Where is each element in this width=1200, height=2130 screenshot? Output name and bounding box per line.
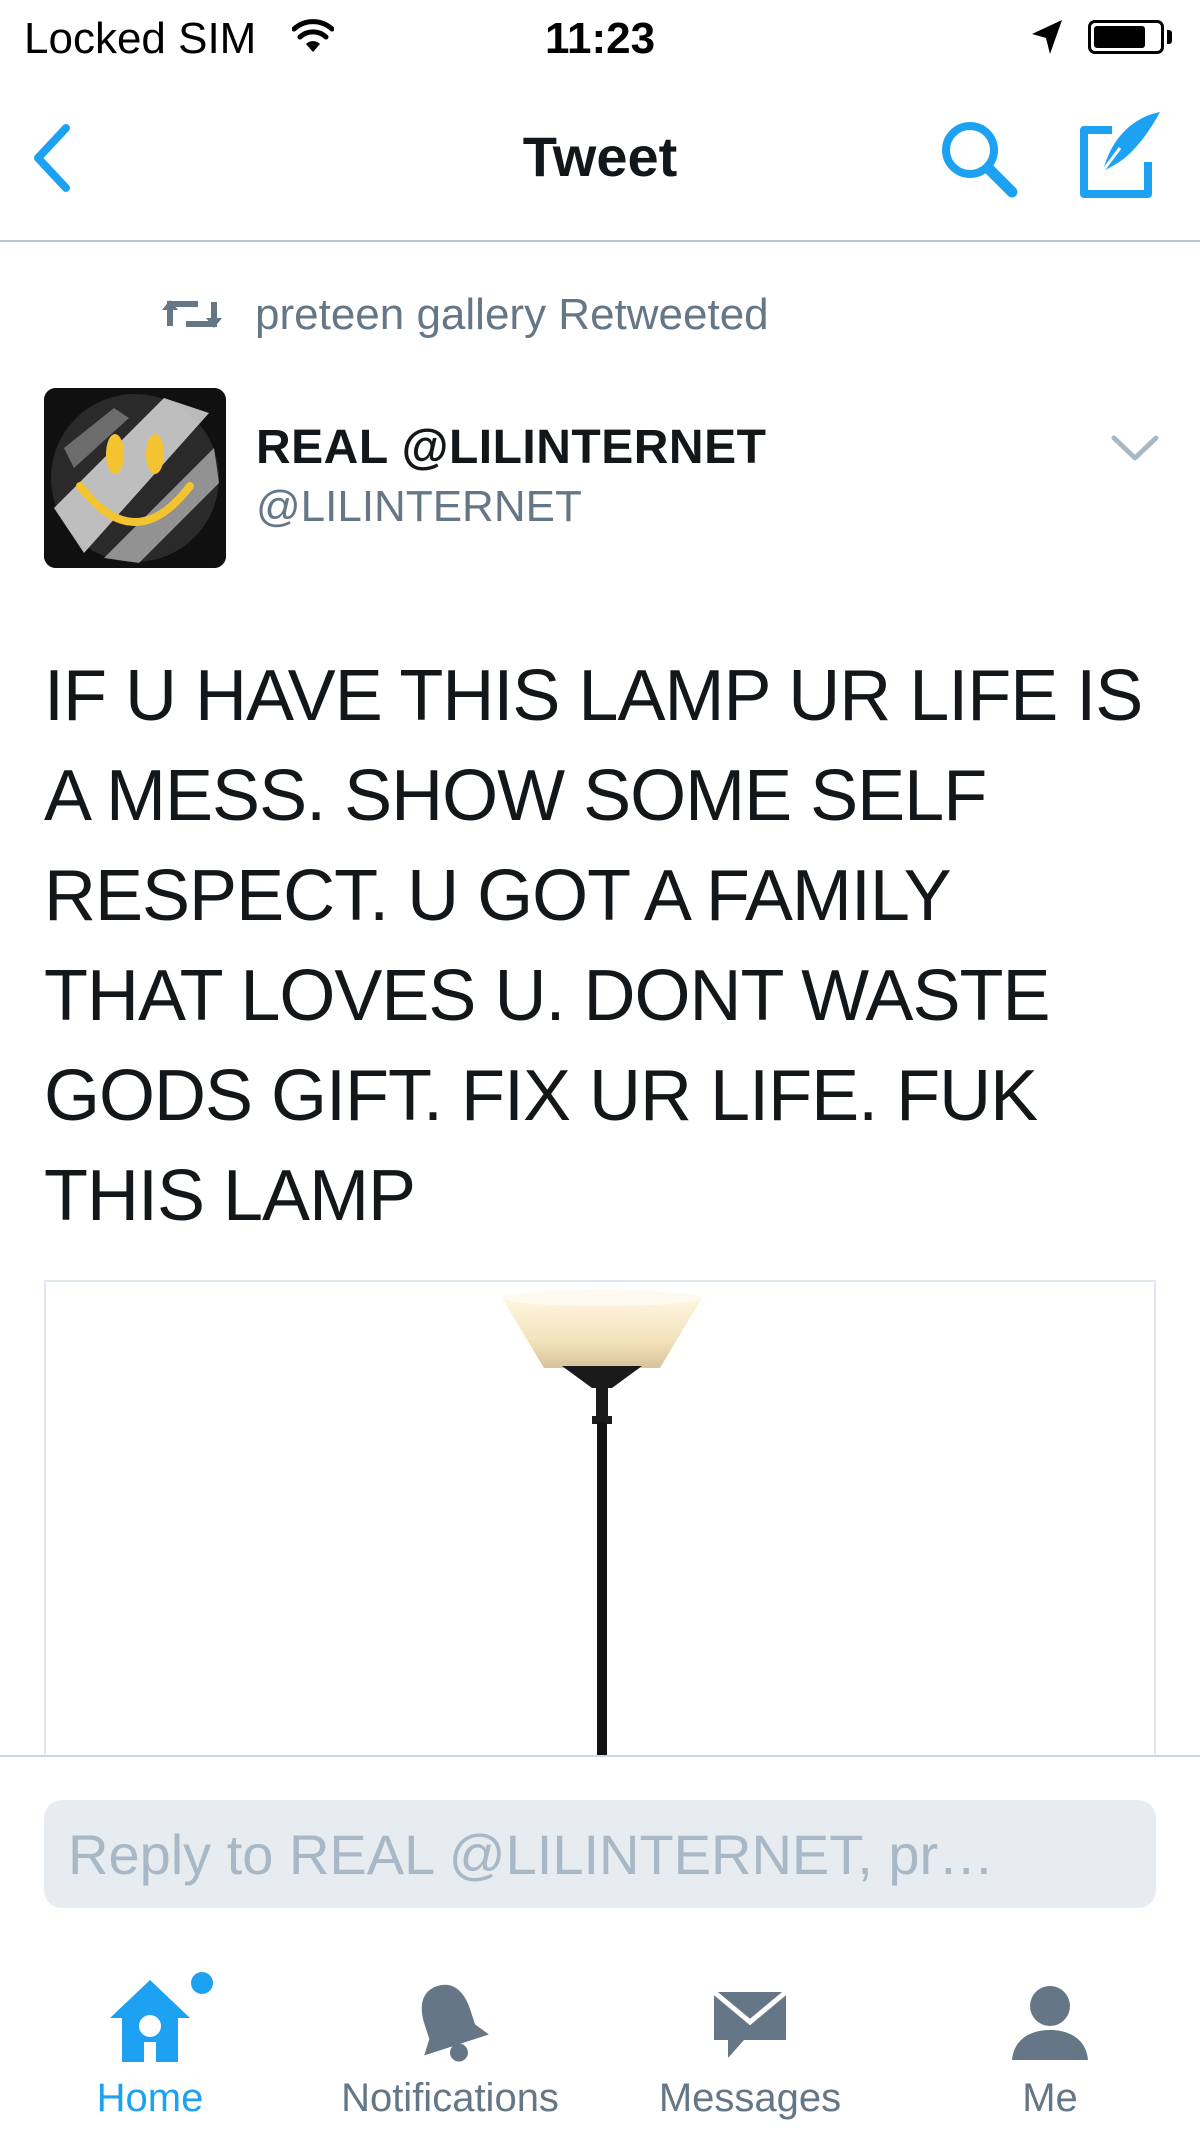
tweet-text: IF U HAVE THIS LAMP UR LIFE IS A MESS. S… <box>44 656 1143 1236</box>
retweet-icon <box>162 300 222 328</box>
clock: 11:23 <box>544 14 656 63</box>
floor-lamp-image <box>502 1290 702 1756</box>
avatar[interactable] <box>44 388 226 568</box>
location-arrow-icon <box>1032 20 1062 54</box>
tab-notifications[interactable]: Notifications <box>300 1970 600 2130</box>
retweet-context-text[interactable]: preteen gallery Retweeted <box>255 290 769 340</box>
reply-input[interactable] <box>44 1800 1156 1908</box>
tab-me[interactable]: Me <box>900 1970 1200 2130</box>
nav-divider <box>0 240 1200 242</box>
person-icon <box>1012 1986 1088 2060</box>
tab-label-me: Me <box>1022 2076 1078 2120</box>
search-icon[interactable] <box>936 116 1020 200</box>
reply-divider <box>0 1755 1200 1757</box>
tab-messages[interactable]: Messages <box>600 1970 900 2130</box>
tab-home[interactable]: Home <box>0 1970 300 2130</box>
tab-label-messages: Messages <box>658 2076 842 2120</box>
bell-icon <box>421 1984 489 2062</box>
envelope-icon <box>712 1990 788 2058</box>
battery-level-fill <box>1094 26 1145 48</box>
chevron-down-icon[interactable] <box>1110 434 1160 464</box>
battery-icon <box>1088 20 1164 54</box>
tab-label-notifications: Notifications <box>341 2076 559 2120</box>
tweet-media-image[interactable] <box>44 1280 1156 1756</box>
page-title: Tweet <box>522 125 678 188</box>
display-name[interactable]: REAL @LILINTERNET <box>256 420 766 475</box>
compose-icon[interactable] <box>1072 108 1164 200</box>
status-bar: Locked SIM 11:23 <box>0 0 1200 80</box>
new-content-dot <box>191 1972 213 1994</box>
battery-terminal <box>1167 30 1172 44</box>
user-handle[interactable]: @LILINTERNET <box>256 482 582 532</box>
tab-label-home: Home <box>96 2076 204 2120</box>
smiley-avatar-image <box>44 388 226 568</box>
home-icon <box>110 1980 190 2062</box>
